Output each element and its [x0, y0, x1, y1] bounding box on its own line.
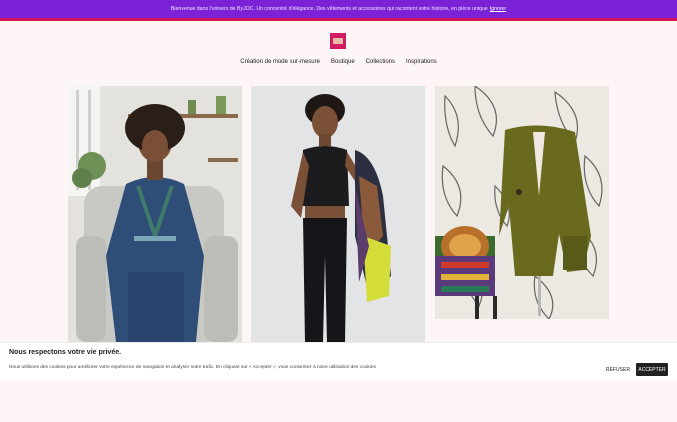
photo-woman-black-outfit-jacket	[251, 86, 425, 342]
accent-divider	[0, 18, 677, 21]
cookie-title: Nous respectons votre vie privée.	[9, 349, 122, 356]
cookie-description: Nous utilisons des cookies pour améliore…	[9, 365, 376, 370]
announcement-text: Bienvenue dans l'univers de ByJOC. Un co…	[170, 6, 488, 12]
logo-mark	[333, 38, 343, 44]
nav-item-creation-sur-mesure[interactable]: Création de mode sur-mesure	[240, 59, 320, 65]
cookie-banner: Nous respectons votre vie privée. Nous u…	[0, 342, 677, 380]
accept-cookies-button[interactable]: ACCEPTER	[636, 363, 668, 376]
gallery-photo-1[interactable]	[68, 86, 242, 342]
nav-item-collections[interactable]: Collections	[366, 59, 395, 65]
photo-woman-seated-blue-kimono	[68, 86, 242, 342]
gallery-photo-3[interactable]	[435, 86, 609, 319]
announcement-dismiss-link[interactable]: Ignorer	[490, 6, 506, 12]
refuse-cookies-button[interactable]: REFUSER	[604, 363, 632, 376]
photo-olive-cardigan-mannequin	[435, 86, 609, 319]
site-logo[interactable]	[330, 33, 346, 49]
nav-item-inspirations[interactable]: Inspirations	[406, 59, 437, 65]
main-navigation: Création de mode sur-mesure Boutique Col…	[0, 59, 677, 65]
gallery-photo-2[interactable]	[251, 86, 425, 342]
announcement-bar: Bienvenue dans l'univers de ByJOC. Un co…	[0, 0, 677, 18]
nav-item-boutique[interactable]: Boutique	[331, 59, 355, 65]
